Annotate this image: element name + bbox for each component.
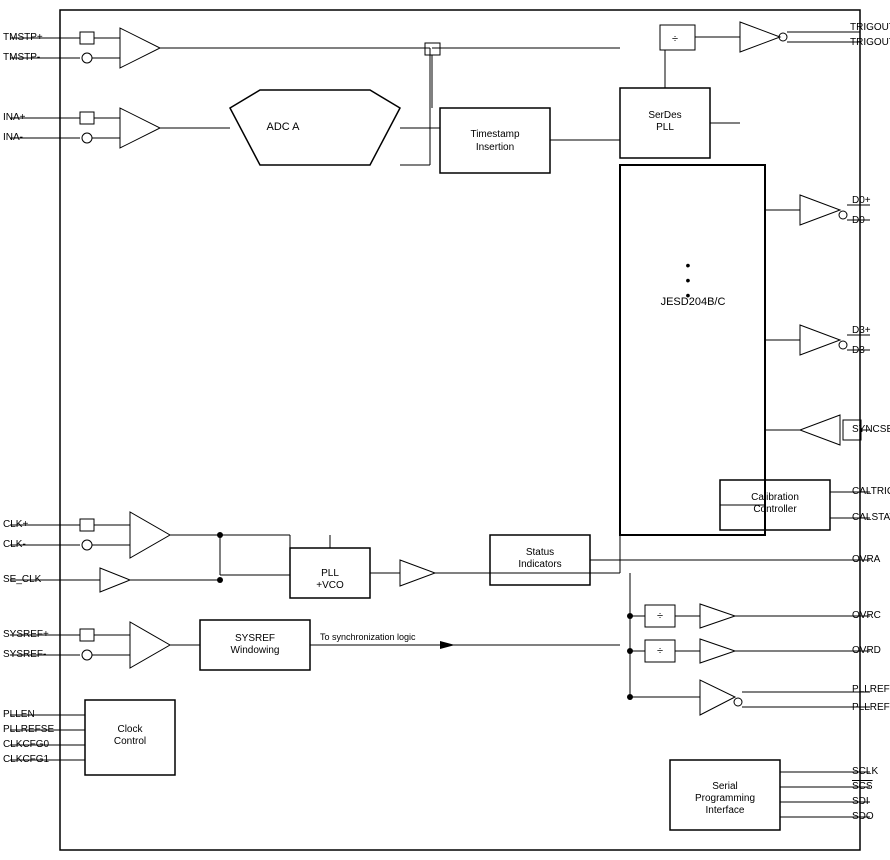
timestamp-insertion-label: Timestamp: [470, 129, 520, 140]
ovrd-label: OVRD: [852, 645, 881, 656]
pllrefo-minus-label: PLLREFO-: [852, 702, 890, 713]
clk-minus-label: CLK-: [3, 539, 26, 550]
pll-vco-label2: +VCO: [316, 580, 344, 591]
serdes-pll-label2: PLL: [656, 122, 674, 133]
caltrig-label: CALTRIG: [852, 486, 890, 497]
serdes-pll-label: SerDes: [648, 110, 681, 121]
jesd204bc-label: JESD204B/C: [661, 296, 726, 308]
status-indicators-label2: Indicators: [518, 559, 561, 570]
sysref-minus-label: SYSREF-: [3, 649, 46, 660]
se-clk-label: SE_CLK: [3, 574, 42, 585]
serial-programming-label3: Interface: [706, 805, 745, 816]
clock-control-label2: Control: [114, 736, 146, 747]
pll-vco-label: PLL: [321, 568, 339, 579]
sdo-label: SDO: [852, 811, 874, 822]
dots: •: [686, 257, 691, 273]
clkcfg1-label: CLKCFG1: [3, 754, 50, 765]
sysref-windowing-label2: Windowing: [231, 645, 280, 656]
ina-minus-label: INA-: [3, 132, 23, 143]
dots2: •: [686, 272, 691, 288]
sysref-plus-label: SYSREF+: [3, 629, 49, 640]
d0-plus-label: D0+: [852, 195, 871, 206]
pllrefo-plus-label: PLLREFO+: [852, 684, 890, 695]
trigout-plus-label: TRIGOUT+: [850, 22, 890, 33]
d0-minus-label: D0-: [852, 215, 868, 226]
d3-plus-label: D3+: [852, 325, 871, 336]
divider2-symbol: ÷: [657, 610, 663, 622]
ina-plus-label: INA+: [3, 112, 26, 123]
sync-logic-label: To synchronization logic: [320, 632, 416, 642]
serial-programming-label2: Programming: [695, 793, 755, 804]
timestamp-insertion-label2: Insertion: [476, 142, 514, 153]
divider1-symbol: ÷: [672, 33, 678, 45]
sdi-label: SDI: [852, 796, 869, 807]
status-indicators-label: Status: [526, 547, 554, 558]
scs-label: SCS: [852, 781, 873, 792]
block-diagram: TMSTP+ TMSTP- INA+ INA- CLK+ CLK- SE_CLK…: [0, 0, 890, 860]
clock-control-label: Clock: [117, 724, 143, 735]
tmstp-plus-label: TMSTP+: [3, 32, 43, 43]
d3-minus-label: D3-: [852, 345, 868, 356]
clk-plus-label: CLK+: [3, 519, 28, 530]
calstat-label: CALSTAT: [852, 512, 890, 523]
trigout-minus-label: TRIGOUT-: [850, 37, 890, 48]
calibration-controller-label2: Controller: [753, 504, 797, 515]
tmstp-minus-label: TMSTP-: [3, 52, 40, 63]
ovrc-label: OVRC: [852, 610, 881, 621]
adc-a-label: ADC A: [266, 121, 300, 133]
clkcfg0-label: CLKCFG0: [3, 739, 50, 750]
syncse-label: SYNCSE\: [852, 424, 890, 435]
dots3: •: [686, 287, 691, 303]
serial-programming-label: Serial: [712, 781, 738, 792]
sclk-label: SCLK: [852, 766, 878, 777]
divider3-symbol: ÷: [657, 645, 663, 657]
pllen-label: PLLEN: [3, 709, 35, 720]
ovra-label: OVRA: [852, 554, 881, 565]
pllrefse-label: PLLREFSE: [3, 724, 54, 735]
sysref-windowing-label: SYSREF: [235, 633, 275, 644]
calibration-controller-label: Calibration: [751, 492, 799, 503]
